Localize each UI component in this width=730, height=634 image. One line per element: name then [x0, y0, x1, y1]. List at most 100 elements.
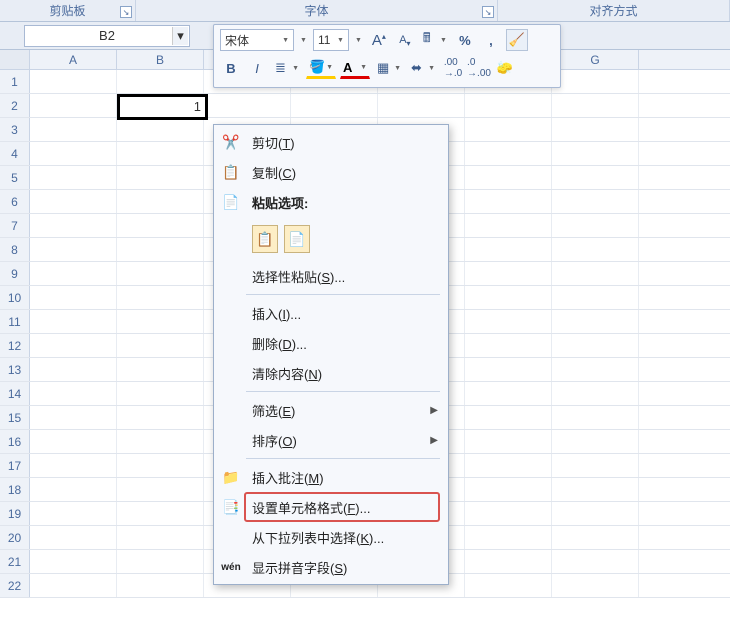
cell[interactable]: [465, 118, 552, 141]
cell[interactable]: [30, 454, 117, 477]
row-header[interactable]: 10: [0, 286, 30, 309]
cell[interactable]: [378, 94, 465, 117]
menu-show-phonetic[interactable]: wén 显示拼音字段(S): [214, 552, 448, 582]
cell[interactable]: [552, 430, 639, 453]
row-header[interactable]: 20: [0, 526, 30, 549]
cell[interactable]: [552, 94, 639, 117]
row-header[interactable]: 19: [0, 502, 30, 525]
col-header[interactable]: B: [117, 50, 204, 69]
cell[interactable]: [117, 502, 204, 525]
cell[interactable]: [465, 526, 552, 549]
cell[interactable]: [30, 430, 117, 453]
cell[interactable]: [204, 94, 291, 117]
cell[interactable]: [552, 526, 639, 549]
decrease-decimal-button[interactable]: .00→.0: [442, 57, 464, 79]
cell[interactable]: [30, 286, 117, 309]
cell[interactable]: [30, 478, 117, 501]
cell[interactable]: [117, 238, 204, 261]
cell[interactable]: [552, 262, 639, 285]
menu-pick-from-list[interactable]: 从下拉列表中选择(K)...: [214, 522, 448, 552]
cell[interactable]: [30, 70, 117, 93]
cell[interactable]: [30, 358, 117, 381]
cell[interactable]: [465, 550, 552, 573]
clear-format-button[interactable]: 🧽: [494, 57, 516, 79]
cell[interactable]: [117, 478, 204, 501]
cell[interactable]: [117, 454, 204, 477]
cell[interactable]: [552, 310, 639, 333]
row-header[interactable]: 11: [0, 310, 30, 333]
row-header[interactable]: 9: [0, 262, 30, 285]
cell[interactable]: [465, 358, 552, 381]
chevron-down-icon[interactable]: ▼: [298, 37, 309, 44]
merge-button[interactable]: ⬌▼: [408, 57, 438, 79]
increase-font-button[interactable]: A▴: [368, 29, 390, 51]
cell[interactable]: [117, 406, 204, 429]
align-center-button[interactable]: ≣▼: [272, 57, 302, 79]
paste-option-values[interactable]: 📄: [284, 225, 310, 253]
active-cell-b2[interactable]: 1: [117, 94, 208, 120]
cell[interactable]: [552, 478, 639, 501]
cell[interactable]: [117, 430, 204, 453]
cell[interactable]: [465, 502, 552, 525]
cell[interactable]: [465, 478, 552, 501]
row-header[interactable]: 2: [0, 94, 30, 117]
cell[interactable]: [30, 166, 117, 189]
cell[interactable]: [117, 262, 204, 285]
cell[interactable]: [552, 358, 639, 381]
cell[interactable]: [552, 214, 639, 237]
row-header[interactable]: 13: [0, 358, 30, 381]
paste-option-normal[interactable]: 📋: [252, 225, 278, 253]
cell[interactable]: [552, 118, 639, 141]
cell[interactable]: [30, 190, 117, 213]
accounting-format-button[interactable]: 🖩▼: [420, 29, 450, 51]
increase-decimal-button[interactable]: .0→.00: [468, 57, 490, 79]
cell[interactable]: [552, 406, 639, 429]
fill-color-button[interactable]: 🪣▼: [306, 57, 336, 79]
cell[interactable]: [552, 166, 639, 189]
cell[interactable]: [552, 334, 639, 357]
italic-button[interactable]: I: [246, 57, 268, 79]
cell[interactable]: [465, 382, 552, 405]
cell[interactable]: [30, 406, 117, 429]
cell[interactable]: [552, 502, 639, 525]
cell[interactable]: [465, 238, 552, 261]
menu-sort[interactable]: 排序(O) ▶: [214, 425, 448, 455]
cell[interactable]: [30, 214, 117, 237]
cell[interactable]: [30, 550, 117, 573]
menu-paste-special[interactable]: 选择性粘贴(S)...: [214, 261, 448, 291]
cell[interactable]: [30, 94, 117, 117]
chevron-down-icon[interactable]: ▼: [353, 37, 364, 44]
row-header[interactable]: 22: [0, 574, 30, 597]
row-header[interactable]: 5: [0, 166, 30, 189]
cell[interactable]: [30, 310, 117, 333]
menu-delete[interactable]: 删除(D)...: [214, 328, 448, 358]
name-box[interactable]: B2 ▾: [24, 25, 190, 47]
cell[interactable]: [117, 334, 204, 357]
font-dialog-launcher-icon[interactable]: ↘: [482, 6, 494, 18]
row-header[interactable]: 21: [0, 550, 30, 573]
cell[interactable]: [30, 142, 117, 165]
menu-copy[interactable]: 📋 复制(C): [214, 157, 448, 187]
cell[interactable]: [30, 118, 117, 141]
font-name-select[interactable]: 宋体 ▼: [220, 29, 294, 51]
cell[interactable]: [117, 166, 204, 189]
row-header[interactable]: 18: [0, 478, 30, 501]
font-color-button[interactable]: A▼: [340, 57, 370, 79]
row-header[interactable]: 7: [0, 214, 30, 237]
cell[interactable]: [465, 142, 552, 165]
row-header[interactable]: 14: [0, 382, 30, 405]
row-header[interactable]: 1: [0, 70, 30, 93]
cell[interactable]: [465, 406, 552, 429]
row-header[interactable]: 15: [0, 406, 30, 429]
comma-format-button[interactable]: ,: [480, 29, 502, 51]
cell[interactable]: [117, 358, 204, 381]
select-all-corner[interactable]: [0, 50, 30, 69]
cell[interactable]: [117, 142, 204, 165]
cell[interactable]: [552, 382, 639, 405]
cell[interactable]: [552, 286, 639, 309]
cell[interactable]: [465, 190, 552, 213]
cell[interactable]: [465, 166, 552, 189]
cell[interactable]: [465, 334, 552, 357]
cell[interactable]: [117, 382, 204, 405]
menu-insert-comment[interactable]: 📁 插入批注(M): [214, 462, 448, 492]
